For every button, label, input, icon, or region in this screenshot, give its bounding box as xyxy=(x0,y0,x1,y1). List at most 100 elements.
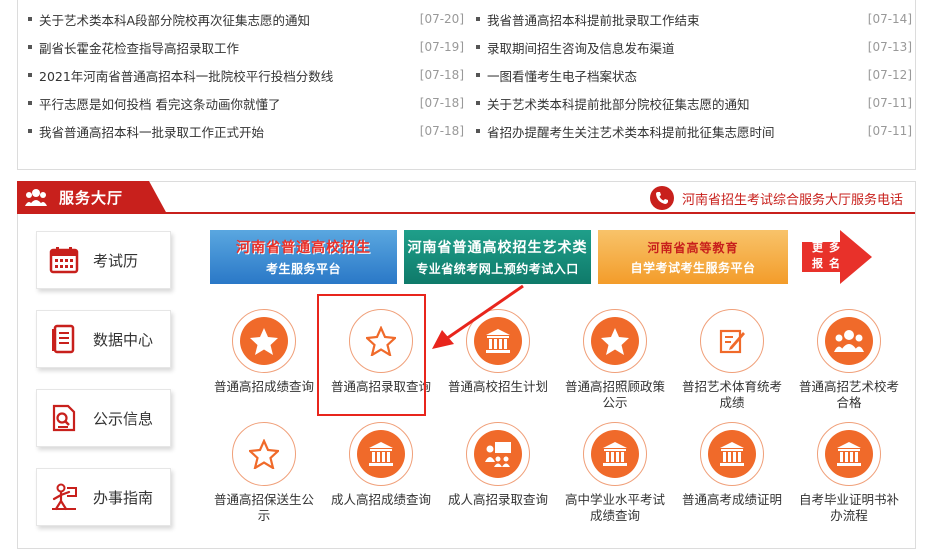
service-item-circle xyxy=(583,309,647,373)
service-item-circle xyxy=(232,309,296,373)
news-date: [07-11] xyxy=(867,124,912,138)
service-item-circle xyxy=(466,422,530,486)
service-item-label: 普招艺术体育统考成绩 xyxy=(681,379,782,410)
more-label: 更多报名 xyxy=(812,241,846,270)
star-outline-icon xyxy=(240,430,288,478)
news-date: [07-18] xyxy=(419,96,464,110)
banner-line2: 自学考试考生服务平台 xyxy=(630,260,756,275)
bullet-icon xyxy=(28,129,32,133)
news-item[interactable]: 我省普通高招本科提前批录取工作结束 [07-14] xyxy=(476,5,912,33)
service-item[interactable]: 成人高招成绩查询 xyxy=(326,422,436,508)
star-icon xyxy=(591,317,639,365)
menu-label: 办事指南 xyxy=(93,488,154,507)
service-item[interactable]: 自考毕业证明书补办流程 xyxy=(794,422,904,524)
banner-line2: 考生服务平台 xyxy=(265,262,341,276)
service-item[interactable]: 普招艺术体育统考成绩 xyxy=(677,309,787,411)
service-item-circle xyxy=(700,309,764,373)
service-item[interactable]: 普通高招保送生公示 xyxy=(209,422,319,524)
phone-link-text: 河南省招生考试综合服务大厅服务电话 xyxy=(681,192,903,208)
service-item-circle xyxy=(817,309,881,373)
service-item[interactable]: 普通高考成绩证明 xyxy=(677,422,787,508)
presenter-icon xyxy=(474,430,522,478)
bullet-icon xyxy=(28,17,32,21)
service-item-circle xyxy=(349,422,413,486)
news-item[interactable]: 平行志愿是如何投档 看完这条动画你就懂了 [07-18] xyxy=(28,89,464,117)
bullet-icon xyxy=(28,45,32,49)
building-icon xyxy=(357,430,405,478)
phone-icon xyxy=(649,186,674,210)
service-item-circle xyxy=(232,422,296,486)
more-registration-button[interactable]: 更多报名 xyxy=(800,230,872,284)
news-title[interactable]: 录取期间招生咨询及信息发布渠道 xyxy=(487,38,862,57)
service-hall-panel: 服务大厅 河南省招生考试综合服务大厅服务电话 考试历 数据中心 公示信息 办事指… xyxy=(17,181,916,549)
menu-data-center[interactable]: 数据中心 xyxy=(36,310,171,368)
news-title[interactable]: 副省长霍金花检查指导高招录取工作 xyxy=(39,38,414,57)
news-title[interactable]: 一图看懂考生电子档案状态 xyxy=(487,66,862,85)
bullet-icon xyxy=(476,45,480,49)
service-item-label: 普通高招保送生公示 xyxy=(213,492,314,523)
news-panel: 关于艺术类本科A段部分院校再次征集志愿的通知 [07-20] 副省长霍金花检查指导高… xyxy=(17,0,916,170)
banner-line1: 河南省普通高校招生 xyxy=(236,240,371,256)
news-date: [07-12] xyxy=(867,68,912,82)
document-icon xyxy=(52,324,75,354)
calendar-icon xyxy=(49,247,79,274)
service-item-label: 普通高校招生计划 xyxy=(447,379,548,394)
service-item-circle xyxy=(583,422,647,486)
people-group-icon xyxy=(25,189,47,206)
news-date: [07-13] xyxy=(867,40,912,54)
news-title[interactable]: 我省普通高招本科一批录取工作正式开始 xyxy=(39,122,414,141)
news-item[interactable]: 我省普通高招本科一批录取工作正式开始 [07-18] xyxy=(28,117,464,145)
menu-label: 公示信息 xyxy=(93,409,154,428)
news-item[interactable]: 省招办提醒考生关注艺术类本科提前批征集志愿时间 [07-11] xyxy=(476,117,912,145)
banner-line1: 河南省高等教育 xyxy=(647,240,739,255)
news-date: [07-18] xyxy=(419,68,464,82)
bullet-icon xyxy=(28,73,32,77)
people-icon xyxy=(825,317,873,365)
building-icon xyxy=(825,430,873,478)
service-title: 服务大厅 xyxy=(59,189,124,207)
news-title[interactable]: 2021年河南省普通高招本科一批院校平行投档分数线 xyxy=(39,66,414,85)
news-item[interactable]: 关于艺术类本科提前批部分院校征集志愿的通知 [07-11] xyxy=(476,89,912,117)
service-item-circle xyxy=(817,422,881,486)
menu-exam-calendar[interactable]: 考试历 xyxy=(36,231,171,289)
service-item[interactable]: 普通高招艺术校考合格 xyxy=(794,309,904,411)
news-title[interactable]: 关于艺术类本科A段部分院校再次征集志愿的通知 xyxy=(39,10,414,29)
news-date: [07-19] xyxy=(419,40,464,54)
news-title[interactable]: 省招办提醒考生关注艺术类本科提前批征集志愿时间 xyxy=(487,122,862,141)
news-item[interactable]: 一图看懂考生电子档案状态 [07-12] xyxy=(476,61,912,89)
file-search-icon xyxy=(52,404,76,432)
news-item[interactable]: 2021年河南省普通高招本科一批院校平行投档分数线 [07-18] xyxy=(28,61,464,89)
service-item-label: 普通高考成绩证明 xyxy=(681,492,782,507)
service-tab[interactable]: 服务大厅 xyxy=(17,181,167,214)
banner-exam-service-platform[interactable]: 河南省普通高校招生 考生服务平台 xyxy=(210,230,397,284)
service-item[interactable]: 普通高招成绩查询 xyxy=(209,309,319,395)
pointer-arrow-icon xyxy=(432,284,524,349)
banner-line2: 专业省统考网上预约考试入口 xyxy=(416,262,579,276)
news-item[interactable]: 副省长霍金花检查指导高招录取工作 [07-19] xyxy=(28,33,464,61)
menu-guide[interactable]: 办事指南 xyxy=(36,468,171,526)
service-item[interactable]: 高中学业水平考试成绩查询 xyxy=(560,422,670,524)
service-phone-link[interactable]: 河南省招生考试综合服务大厅服务电话 xyxy=(649,186,903,210)
news-date: [07-20] xyxy=(419,12,464,26)
edit-icon xyxy=(708,317,756,365)
service-item-label: 自考毕业证明书补办流程 xyxy=(798,492,899,523)
news-title[interactable]: 关于艺术类本科提前批部分院校征集志愿的通知 xyxy=(487,94,862,113)
service-item[interactable]: 成人高招录取查询 xyxy=(443,422,553,508)
news-title[interactable]: 我省普通高招本科提前批录取工作结束 xyxy=(487,10,862,29)
service-item-label: 成人高招成绩查询 xyxy=(330,492,431,507)
service-item-label: 普通高招艺术校考合格 xyxy=(798,379,899,410)
menu-public-info[interactable]: 公示信息 xyxy=(36,389,171,447)
news-list-right: 我省普通高招本科提前批录取工作结束 [07-14] 录取期间招生咨询及信息发布渠道 [… xyxy=(476,5,912,145)
news-item[interactable]: 关于艺术类本科A段部分院校再次征集志愿的通知 [07-20] xyxy=(28,5,464,33)
banner-self-study-exam[interactable]: 河南省高等教育 自学考试考生服务平台 xyxy=(598,230,788,284)
building-icon xyxy=(591,430,639,478)
star-icon xyxy=(240,317,288,365)
news-item[interactable]: 录取期间招生咨询及信息发布渠道 [07-13] xyxy=(476,33,912,61)
news-title[interactable]: 平行志愿是如何投档 看完这条动画你就懂了 xyxy=(39,94,414,113)
menu-label: 数据中心 xyxy=(93,330,154,349)
bullet-icon xyxy=(476,17,480,21)
news-date: [07-14] xyxy=(867,12,912,26)
service-item[interactable]: 普通高招照顾政策公示 xyxy=(560,309,670,411)
banner-art-exam-booking[interactable]: 河南省普通高校招生艺术类 专业省统考网上预约考试入口 xyxy=(404,230,591,284)
service-item-label: 高中学业水平考试成绩查询 xyxy=(564,492,665,523)
